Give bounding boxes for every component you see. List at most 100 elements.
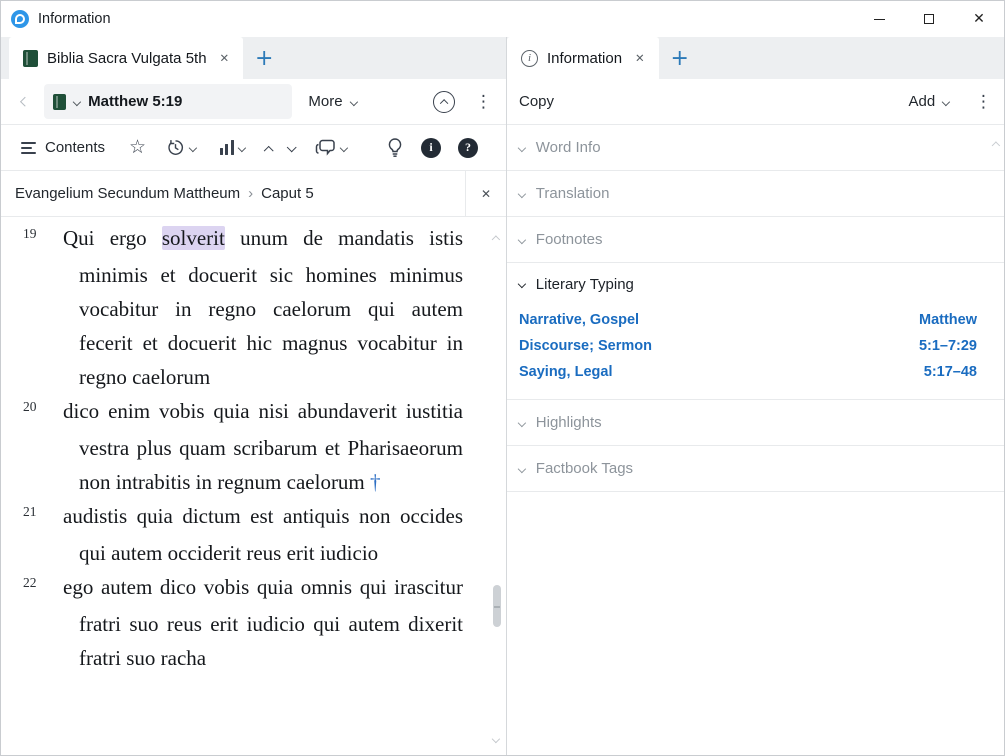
tab-information[interactable]: i Information ✕ — [507, 37, 659, 79]
verse-22: 22 ego autem dico vobis quia omnis qui ir… — [1, 570, 489, 675]
verse-19: 19 Qui ergo solverit unum de mandatis ist… — [1, 221, 489, 394]
speech-bubbles-icon — [316, 139, 336, 156]
chevron-down-icon — [517, 143, 526, 152]
copy-button[interactable]: Copy — [519, 93, 554, 110]
breadcrumb[interactable]: Evangelium Secundum Mattheum › Caput 5 — [1, 171, 466, 216]
window-controls: ✕ — [854, 1, 1004, 37]
close-tab-icon[interactable]: ✕ — [635, 51, 645, 65]
literary-type-link[interactable]: Saying, Legal — [519, 364, 612, 380]
favorite-star-icon[interactable]: ☆ — [129, 138, 146, 157]
app-logo-icon — [11, 10, 29, 28]
maximize-button[interactable] — [904, 1, 954, 37]
chevron-down-icon — [517, 279, 526, 289]
scroll-up-icon[interactable] — [491, 227, 500, 245]
chevron-down-icon — [188, 143, 198, 152]
resource-book-icon — [53, 93, 67, 110]
section-label: Highlights — [535, 414, 602, 431]
verse-text: ego autem dico vobis quia omnis qui iras… — [63, 575, 463, 670]
app-window: Information ✕ Biblia Sacra Vulgata 5th ✕… — [0, 0, 1005, 756]
collapse-toolbar-button[interactable] — [433, 90, 455, 113]
close-breadcrumb-button[interactable]: ✕ — [466, 171, 506, 216]
verse-number: 21 — [23, 504, 37, 519]
section-label: Factbook Tags — [535, 460, 634, 477]
section-header-literary-typing[interactable]: Literary Typing — [507, 263, 1004, 305]
panel-menu-button[interactable]: ⋮ — [475, 92, 492, 112]
footnote-dagger-icon[interactable]: † — [370, 470, 381, 494]
info-icon: i — [429, 140, 433, 154]
add-dropdown-button[interactable]: Add — [909, 93, 951, 110]
chevron-down-icon — [517, 418, 526, 427]
scrollbar-thumb[interactable] — [493, 585, 501, 627]
contents-button[interactable]: Contents — [21, 139, 105, 156]
breadcrumb-separator: › — [248, 185, 254, 202]
section-header-footnotes[interactable]: Footnotes — [507, 217, 1004, 262]
history-button[interactable] — [166, 138, 198, 157]
bible-nav-row: Matthew 5:19 More ⋮ — [1, 79, 506, 125]
close-window-button[interactable]: ✕ — [954, 1, 1004, 37]
verse-text: Qui ergo — [63, 226, 162, 250]
section-header-factbook-tags[interactable]: Factbook Tags — [507, 446, 1004, 491]
scrollbar[interactable] — [489, 217, 506, 755]
contents-label: Contents — [45, 139, 106, 156]
chevron-down-icon — [517, 235, 526, 244]
notes-button[interactable] — [315, 138, 349, 157]
breadcrumb-chapter[interactable]: Caput 5 — [261, 185, 314, 202]
info-button[interactable]: i — [421, 137, 441, 158]
literary-type-link[interactable]: Narrative, Gospel — [519, 312, 639, 328]
literary-typing-row: Narrative, Gospel Matthew — [519, 307, 977, 333]
section-header-translation[interactable]: Translation — [507, 171, 1004, 216]
new-tab-button[interactable]: + — [659, 37, 701, 79]
section-translation: Translation — [507, 171, 1004, 217]
section-header-word-info[interactable]: Word Info — [507, 125, 1004, 170]
reference-selector[interactable]: Matthew 5:19 — [44, 84, 293, 119]
literary-type-link[interactable]: Discourse; Sermon — [519, 338, 652, 354]
literary-range-link[interactable]: 5:1–7:29 — [919, 338, 977, 354]
breadcrumb-book[interactable]: Evangelium Secundum Mattheum — [15, 185, 240, 202]
previous-chapter-button[interactable] — [263, 139, 274, 157]
literary-typing-content: Narrative, Gospel Matthew Discourse; Sermo… — [507, 305, 1004, 399]
close-tab-icon[interactable]: ✕ — [220, 51, 230, 65]
resource-book-icon — [23, 49, 38, 67]
verse-number: 19 — [23, 226, 37, 241]
section-literary-typing: Literary Typing Narrative, Gospel Matthew… — [507, 263, 1004, 400]
literary-range-link[interactable]: Matthew — [919, 312, 977, 328]
tab-biblia-sacra-vulgata[interactable]: Biblia Sacra Vulgata 5th ✕ — [9, 37, 244, 79]
bible-text-wrap: 19 Qui ergo solverit unum de mandatis ist… — [1, 217, 506, 755]
maximize-icon — [924, 14, 934, 24]
scroll-up-icon[interactable] — [992, 133, 1001, 151]
verse-text: dico enim vobis quia nisi abundaverit iu… — [63, 399, 463, 494]
literary-range-link[interactable]: 5:17–48 — [924, 364, 977, 380]
tab-label: Information — [547, 49, 623, 67]
verse-number: 20 — [23, 399, 37, 414]
selected-word[interactable]: solverit — [161, 226, 225, 250]
right-tab-strip: i Information ✕ + — [507, 37, 1004, 79]
chevron-down-icon — [349, 97, 358, 106]
help-icon: ? — [465, 140, 471, 154]
next-chapter-button[interactable] — [286, 139, 297, 157]
back-button[interactable] — [19, 96, 30, 107]
action-right-group: Add ⋮ — [909, 92, 996, 112]
lightbulb-icon[interactable] — [386, 137, 404, 158]
contents-icon — [21, 141, 36, 154]
literary-typing-row: Saying, Legal 5:17–48 — [519, 359, 977, 385]
more-label: More — [308, 93, 343, 110]
bible-panel: Biblia Sacra Vulgata 5th ✕ + Matthew 5:1… — [1, 37, 507, 755]
section-label: Footnotes — [535, 231, 603, 248]
panel-menu-button[interactable]: ⋮ — [975, 92, 992, 112]
verse-text: unum de mandatis istis minimis et docuer… — [79, 226, 464, 389]
chevron-down-icon — [73, 97, 82, 106]
nav-right-group: ⋮ — [433, 90, 492, 113]
close-icon: ✕ — [973, 11, 985, 27]
minimize-button[interactable] — [854, 1, 904, 37]
display-settings-button[interactable] — [219, 140, 246, 155]
verse-20: 20 dico enim vobis quia nisi abundaverit … — [1, 394, 489, 499]
section-header-highlights[interactable]: Highlights — [507, 400, 1004, 445]
scroll-down-icon[interactable] — [491, 729, 500, 747]
information-action-row: Copy Add ⋮ — [507, 79, 1004, 125]
chevron-down-icon — [942, 97, 951, 106]
help-button[interactable]: ? — [458, 137, 478, 158]
more-menu-button[interactable]: More — [308, 93, 358, 110]
tab-label: Biblia Sacra Vulgata 5th — [47, 49, 207, 67]
chevron-down-icon — [237, 143, 246, 152]
new-tab-button[interactable]: + — [243, 37, 285, 79]
